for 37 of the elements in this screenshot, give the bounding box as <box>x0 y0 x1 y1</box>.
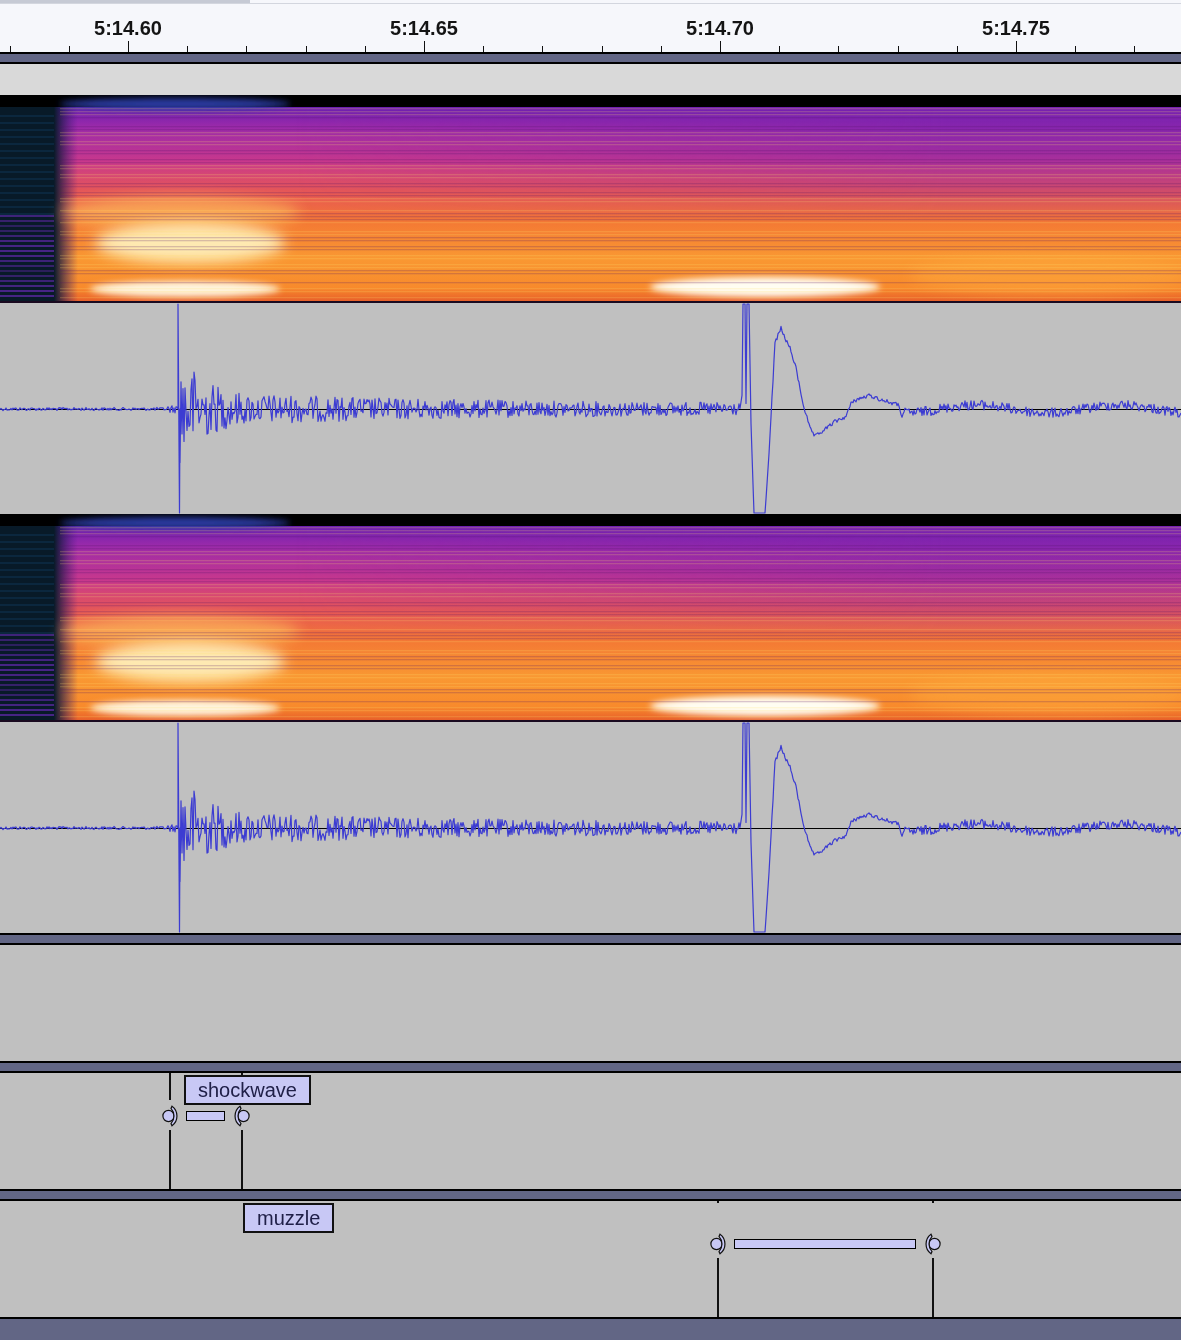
tick-mark <box>10 45 11 52</box>
region-handle-icon[interactable] <box>923 1233 941 1255</box>
tick-mark <box>602 45 603 52</box>
tick-mark <box>1016 40 1017 52</box>
time-label: 5:14.60 <box>94 17 162 39</box>
tick-mark <box>187 45 188 52</box>
region-handle-icon[interactable] <box>710 1233 728 1255</box>
tick-mark <box>838 45 839 52</box>
tick-mark <box>69 45 70 52</box>
region-bar <box>186 1111 225 1121</box>
region-handle-icon[interactable] <box>232 1105 250 1127</box>
tick-mark <box>1134 45 1135 52</box>
tick-mark <box>898 45 899 52</box>
region-label[interactable]: shockwave <box>184 1075 311 1105</box>
tick-mark <box>957 45 958 52</box>
boundary-line <box>932 1258 934 1317</box>
tick-mark <box>128 40 129 52</box>
scrollbar-thumb[interactable] <box>0 0 250 3</box>
time-label: 5:14.65 <box>390 17 458 39</box>
region-label[interactable]: muzzle <box>243 1203 335 1233</box>
boundary-line <box>169 1130 171 1189</box>
tick-mark <box>483 45 484 52</box>
tick-mark <box>1075 45 1076 52</box>
tick-mark <box>246 45 247 52</box>
time-label: 5:14.75 <box>982 17 1050 39</box>
tick-mark <box>365 45 366 52</box>
boundary-line <box>169 1073 171 1100</box>
tick-mark <box>542 45 543 52</box>
tick-mark <box>424 40 425 52</box>
time-label: 5:14.70 <box>686 17 754 39</box>
tick-mark <box>779 45 780 52</box>
region-handle-icon[interactable] <box>162 1105 180 1127</box>
tick-mark <box>720 40 721 52</box>
tick-mark <box>661 45 662 52</box>
boundary-line <box>241 1130 243 1189</box>
tick-mark <box>306 45 307 52</box>
boundary-line <box>717 1258 719 1317</box>
